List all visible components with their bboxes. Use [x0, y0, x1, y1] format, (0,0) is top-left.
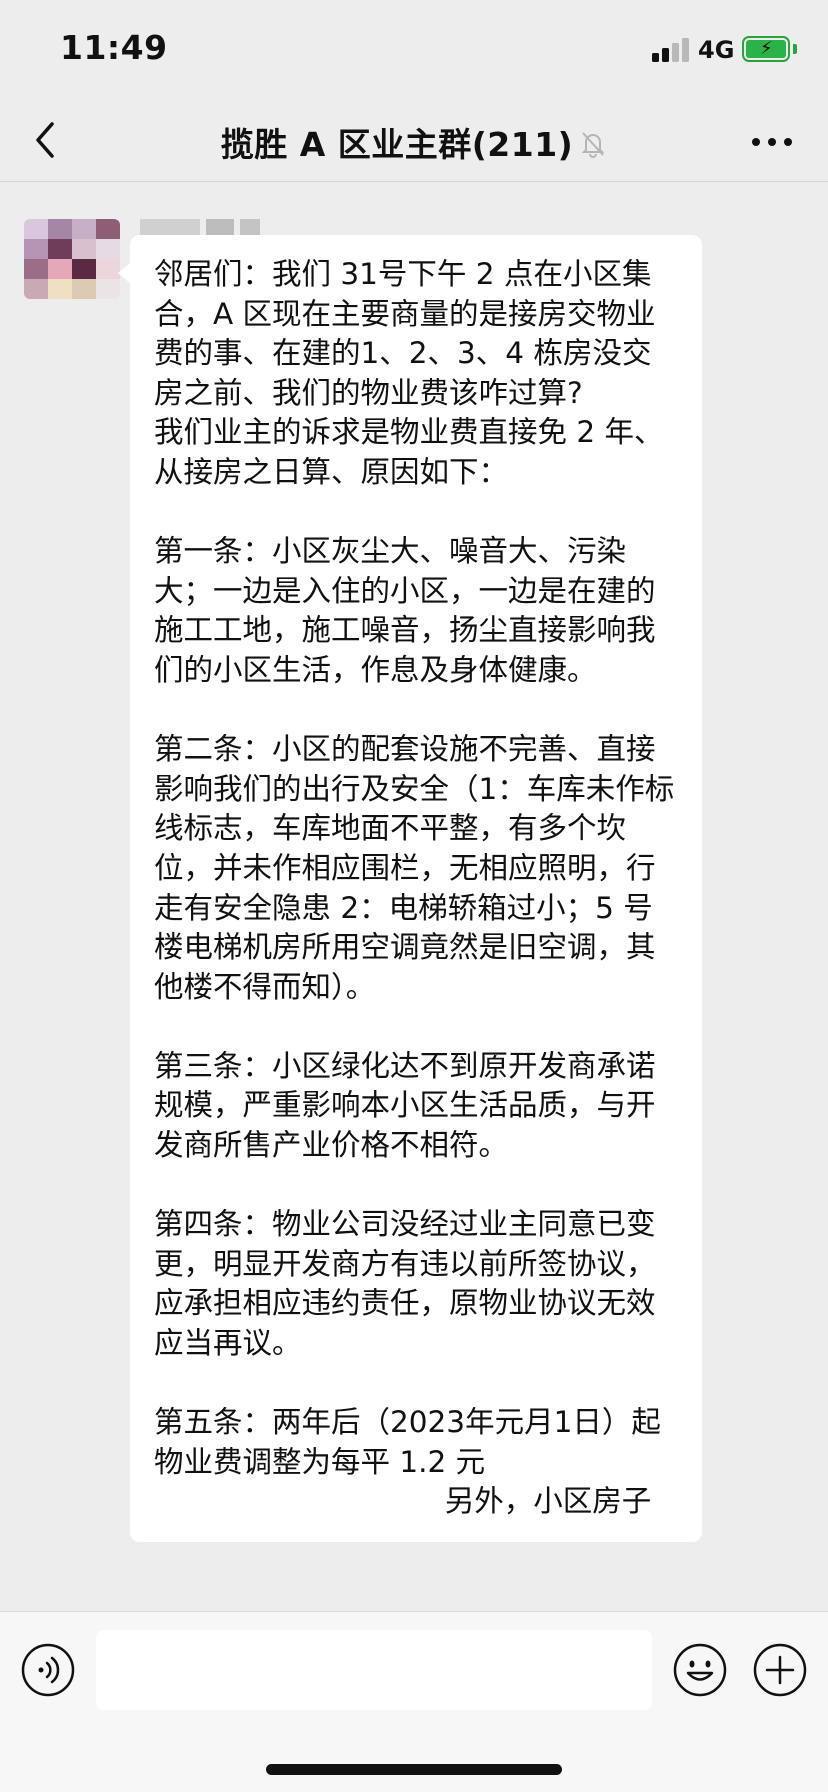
- status-time: 11:49: [60, 28, 168, 67]
- battery-icon: ⚡: [742, 36, 790, 62]
- message-text: 邻居们：我们 31号下午 2 点在小区集合，A 区现在主要商量的是接房交物业费的…: [154, 257, 675, 1519]
- chat-title-wrapper: 揽胜 A 区业主群(211): [0, 118, 828, 166]
- battery-cap: [793, 44, 797, 54]
- bell-muted-icon: [579, 128, 607, 158]
- status-bar: 11:49 4G ⚡: [0, 0, 828, 100]
- message-input[interactable]: [96, 1630, 652, 1710]
- emoji-icon[interactable]: [672, 1642, 728, 1698]
- chat-area[interactable]: 邻居们：我们 31号下午 2 点在小区集合，A 区现在主要商量的是接房交物业费的…: [0, 183, 828, 1610]
- chat-title: 揽胜 A 区业主群(211): [220, 125, 574, 164]
- network-label: 4G: [698, 36, 735, 64]
- more-dots-icon[interactable]: [748, 130, 796, 154]
- home-indicator[interactable]: [266, 1764, 562, 1775]
- voice-icon[interactable]: [20, 1642, 76, 1698]
- message-bubble[interactable]: 邻居们：我们 31号下午 2 点在小区集合，A 区现在主要商量的是接房交物业费的…: [118, 235, 702, 1542]
- nav-bar: 揽胜 A 区业主群(211): [0, 100, 828, 182]
- signal-icon: [652, 38, 690, 62]
- avatar[interactable]: [24, 219, 120, 299]
- plus-icon[interactable]: [752, 1642, 808, 1698]
